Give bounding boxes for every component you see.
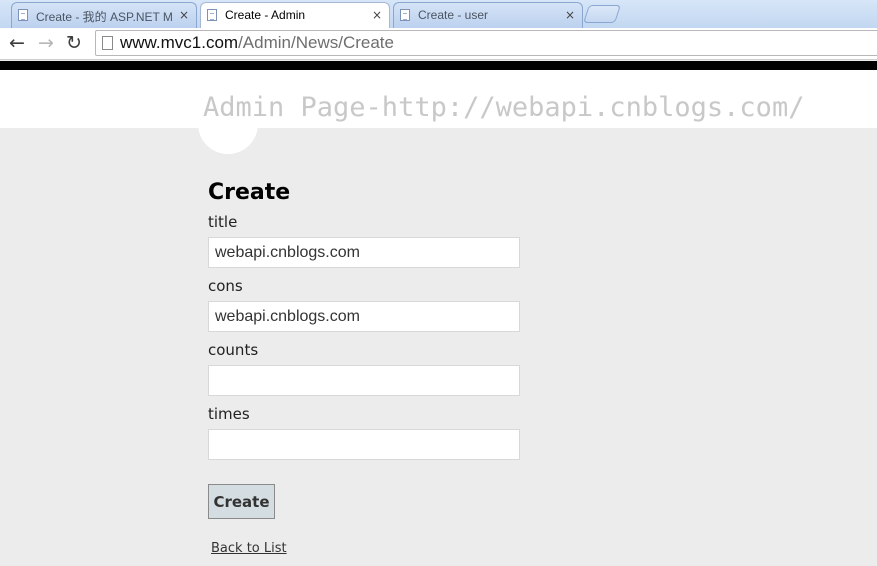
tab-title: Create - 我的 ASP.NET M <box>36 10 173 24</box>
site-title: Admin Page-http://webapi.cnblogs.com/ <box>203 92 805 123</box>
close-icon[interactable]: × <box>372 8 382 22</box>
url-path: /Admin/News/Create <box>238 33 394 52</box>
create-button[interactable]: Create <box>208 484 275 519</box>
counts-label: counts <box>208 341 259 359</box>
cons-input[interactable] <box>208 301 520 332</box>
page-icon <box>207 9 217 21</box>
tab-title: Create - Admin <box>225 8 306 22</box>
browser-tab-strip: Create - 我的 ASP.NET M × Create - Admin ×… <box>0 0 877 28</box>
browser-toolbar: ← → ↻ www.mvc1.com/Admin/News/Create <box>0 28 877 60</box>
address-bar[interactable]: www.mvc1.com/Admin/News/Create <box>95 30 877 56</box>
cons-label: cons <box>208 277 243 295</box>
page-title: Create <box>208 180 291 205</box>
tab-title: Create - user <box>418 8 489 22</box>
url-host: www.mvc1.com <box>120 33 239 52</box>
page-icon <box>18 9 28 21</box>
title-input[interactable] <box>208 237 520 268</box>
tab-create-my-aspnet[interactable]: Create - 我的 ASP.NET M × <box>11 2 197 28</box>
page-icon <box>102 36 113 50</box>
url-text: www.mvc1.com/Admin/News/Create <box>120 33 394 53</box>
times-label: times <box>208 405 250 423</box>
forward-arrow-icon[interactable]: → <box>35 32 57 54</box>
close-icon[interactable]: × <box>565 8 575 22</box>
new-tab-button[interactable] <box>583 5 621 23</box>
title-label: title <box>208 213 238 231</box>
counts-input[interactable] <box>208 365 520 396</box>
tab-create-admin[interactable]: Create - Admin × <box>200 2 390 28</box>
close-icon[interactable]: × <box>179 8 189 22</box>
back-arrow-icon[interactable]: ← <box>6 32 28 54</box>
top-black-bar <box>0 61 877 70</box>
page-icon <box>400 9 410 21</box>
back-to-list-link[interactable]: Back to List <box>211 541 287 556</box>
times-input[interactable] <box>208 429 520 460</box>
reload-icon[interactable]: ↻ <box>63 32 85 54</box>
tab-create-user[interactable]: Create - user × <box>393 2 583 28</box>
